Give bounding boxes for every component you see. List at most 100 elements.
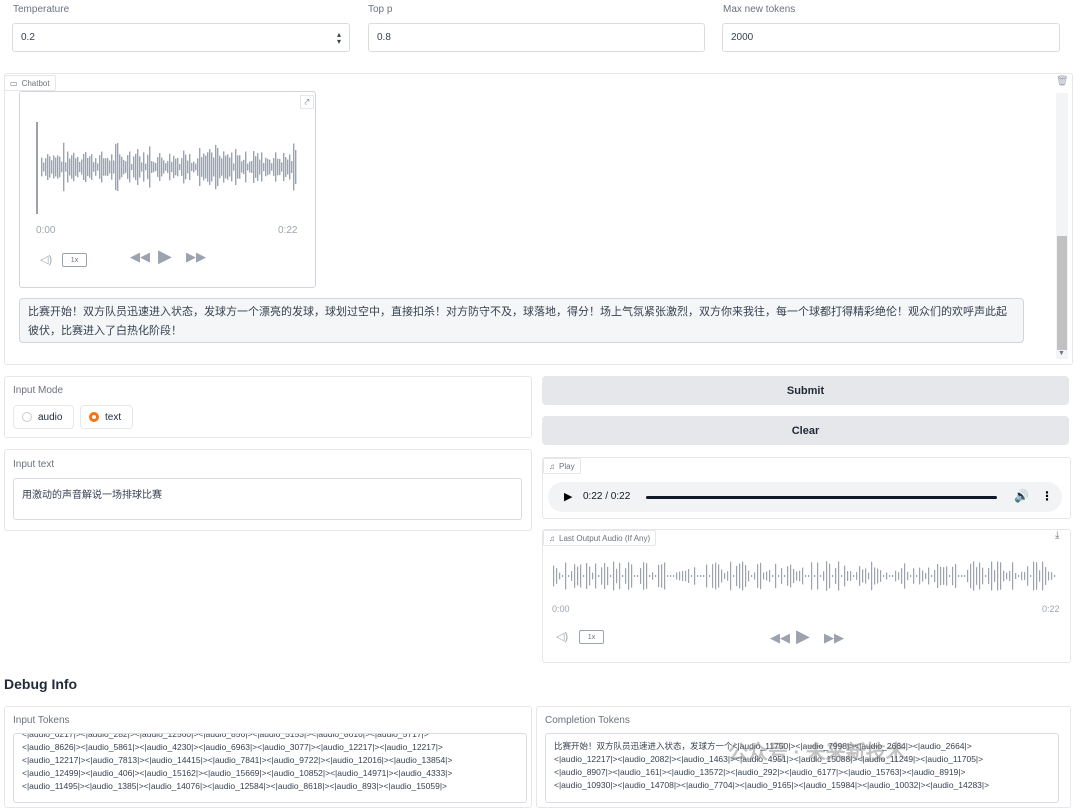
music-icon: ♫ [549,461,555,471]
play-icon[interactable]: ▶ [158,246,172,267]
share-icon[interactable]: ⤤ [300,95,314,109]
volume-icon[interactable]: ◁) [40,253,52,266]
completion-token-line: <|audio_8907|><|audio_161|><|audio_13572… [554,767,966,777]
waveform-bar [253,151,255,183]
waveform-bar [586,563,588,589]
player-progress[interactable] [646,496,997,499]
waveform-bar [556,568,558,584]
waveform-bar [295,150,297,184]
waveform-bar [129,151,131,183]
output-rewind-icon[interactable]: ◀◀ [770,630,790,646]
waveform-bar [285,157,287,177]
waveform-bar [883,575,885,577]
waveform-bar [273,158,275,176]
waveform-bar [191,162,193,172]
waveform-bar [733,575,735,577]
input-textarea[interactable]: 用激动的声音解说一场排球比赛 [13,478,522,520]
output-waveform[interactable] [551,556,1059,596]
waveform-bar [203,153,205,181]
waveform-bar [125,161,127,173]
waveform-bar [147,154,149,180]
trash-icon[interactable]: 🗑 [1056,76,1069,87]
top-p-input[interactable]: 0.8 [368,23,705,52]
submit-button[interactable]: Submit [542,376,1069,405]
completion-tokens-label: Completion Tokens [545,715,630,726]
waveform-bar [1030,575,1032,577]
waveform-bar [195,163,197,171]
player-menu-icon[interactable]: ⋮ [1041,489,1053,503]
input-token-line: <|audio_12217|><|audio_7813|><|audio_144… [22,755,453,765]
waveform-bar [87,157,89,177]
waveform-bar [664,562,666,590]
radio-audio-dot[interactable] [22,412,32,422]
waveform-bar [133,156,135,178]
audio-player[interactable]: ▶ 0:22 / 0:22 🔊 ⋮ [548,482,1062,512]
waveform-bar [913,568,915,584]
waveform-bar [283,152,285,182]
waveform-bar [117,142,119,192]
waveform-bar [181,158,183,176]
waveform-bar [781,568,783,584]
radio-text-dot[interactable] [89,412,99,422]
waveform-bar [263,162,265,172]
waveform-bar [769,570,771,582]
waveform-bar [57,155,59,179]
waveform-bar [235,148,237,186]
waveform-bar [916,575,918,577]
waveform-bar [988,567,990,585]
output-speed-button[interactable]: 1x [579,630,604,644]
scroll-down-icon[interactable]: ▼ [1058,350,1065,357]
waveform-bar [763,572,765,580]
output-audio-start: 0:00 [552,604,570,614]
waveform-bar [267,158,269,176]
temperature-input[interactable]: 0.2 ▴ ▾ [12,23,350,52]
waveform-bar [201,157,203,177]
rewind-icon[interactable]: ◀◀ [130,249,150,265]
input-tokens-textarea[interactable]: <|audio_6217|><|audio_282|><|audio_12560… [13,733,527,803]
waveform-bar [231,152,233,182]
player-play-icon[interactable]: ▶ [564,490,572,503]
waveform-bar [229,157,231,177]
waveform-bar [955,563,957,589]
output-forward-icon[interactable]: ▶▶ [824,630,844,646]
download-icon[interactable]: ⤓ [1055,530,1059,541]
speed-button[interactable]: 1x [62,253,87,267]
waveform-bar [637,575,639,577]
waveform-bar [628,562,630,590]
waveform-bar [661,564,663,588]
radio-text[interactable]: text [80,405,133,429]
waveform-bar [574,564,576,588]
waveform-bar [694,567,696,585]
output-play-icon[interactable]: ▶ [796,626,810,647]
waveform-bar [99,155,101,179]
waveform-bar [847,571,849,581]
waveform-bar [970,563,972,589]
waveform-bar [197,158,199,176]
forward-icon[interactable]: ▶▶ [186,249,206,265]
chat-waveform[interactable] [35,117,300,217]
waveform-bar [1000,562,1002,590]
waveform-bar [183,150,185,184]
music-icon-2: ♫ [549,533,555,543]
waveform-bar [724,572,726,580]
waveform-bar [685,570,687,582]
chat-scrollbar-thumb[interactable] [1057,236,1067,350]
player-volume-icon[interactable]: 🔊 [1014,489,1029,503]
waveform-bar [649,575,651,577]
waveform-bar [559,572,561,580]
waveform-bar [237,155,239,179]
waveform-bar [775,563,777,589]
waveform-bar [796,571,798,581]
clear-button[interactable]: Clear [542,416,1069,445]
input-token-line: <|audio_12499|><|audio_406|><|audio_1516… [22,768,453,778]
waveform-bar [886,572,888,580]
waveform-bar [640,568,642,584]
waveform-bar [1045,567,1047,585]
radio-audio[interactable]: audio [13,405,74,429]
stepper-icon[interactable]: ▴ ▾ [337,30,341,45]
waveform-bar [275,152,277,182]
max-tokens-input[interactable]: 2000 [722,23,1060,52]
waveform-bar [760,562,762,590]
output-volume-icon[interactable]: ◁) [556,630,568,643]
waveform-bar [185,154,187,180]
